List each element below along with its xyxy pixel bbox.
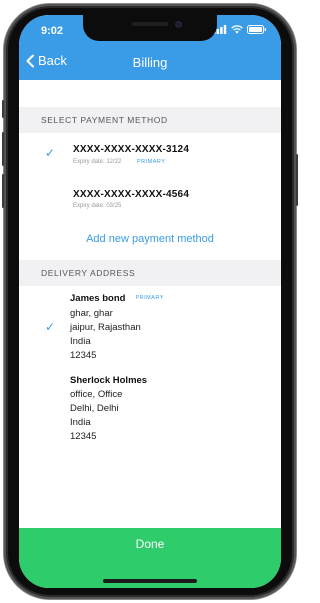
volume-down-button xyxy=(2,174,4,208)
address-line: jaipur, Rajasthan xyxy=(70,322,141,333)
primary-badge: PRIMARY xyxy=(135,295,164,301)
address-name: Sherlock Holmes xyxy=(70,375,148,386)
address-line: Delhi, Delhi xyxy=(70,403,119,414)
page-title: Billing xyxy=(132,55,168,70)
address-zip: 12345 xyxy=(70,350,97,361)
card-number: XXXX-XXXX-XXXX-3124 xyxy=(73,144,190,155)
volume-up-button xyxy=(2,132,4,166)
primary-badge: PRIMARY xyxy=(137,159,166,165)
mute-switch xyxy=(2,100,4,118)
wifi-icon xyxy=(231,25,243,34)
add-payment-method-link[interactable]: Add new payment method xyxy=(19,233,281,245)
address-line: office, Office xyxy=(70,389,123,400)
card-number: XXXX-XXXX-XXXX-4564 xyxy=(73,189,190,200)
address-block: Sherlock Holmes office, Office Delhi, De… xyxy=(70,374,147,444)
battery-icon xyxy=(247,25,267,34)
address-country: India xyxy=(70,336,91,347)
check-icon: ✓ xyxy=(45,146,56,160)
address-zip: 12345 xyxy=(70,431,97,442)
status-icons xyxy=(213,25,267,34)
address-block: James bond PRIMARY ghar, ghar jaipur, Raj… xyxy=(70,292,163,363)
home-indicator xyxy=(103,579,197,583)
power-button xyxy=(296,154,298,206)
billing-content: SELECT PAYMENT METHOD ✓ XXXX-XXXX-XXXX-3… xyxy=(19,80,281,528)
check-icon: ✓ xyxy=(45,320,56,334)
status-time: 9:02 xyxy=(41,25,64,37)
front-camera xyxy=(175,21,182,28)
address-line: ghar, ghar xyxy=(70,308,113,319)
delivery-section-header: DELIVERY ADDRESS xyxy=(19,260,281,286)
notch xyxy=(83,15,217,41)
speaker xyxy=(132,22,168,26)
address-name: James bond xyxy=(70,293,126,304)
card-expiry: Expiry date: 03/25 xyxy=(73,203,122,209)
phone-screen: 9:02 Back Billing SELECT PAYMENT METHOD … xyxy=(19,15,281,588)
address-country: India xyxy=(70,417,91,428)
card-expiry: Expiry date: 12/22 xyxy=(73,159,122,165)
payment-section-header: SELECT PAYMENT METHOD xyxy=(19,107,281,133)
